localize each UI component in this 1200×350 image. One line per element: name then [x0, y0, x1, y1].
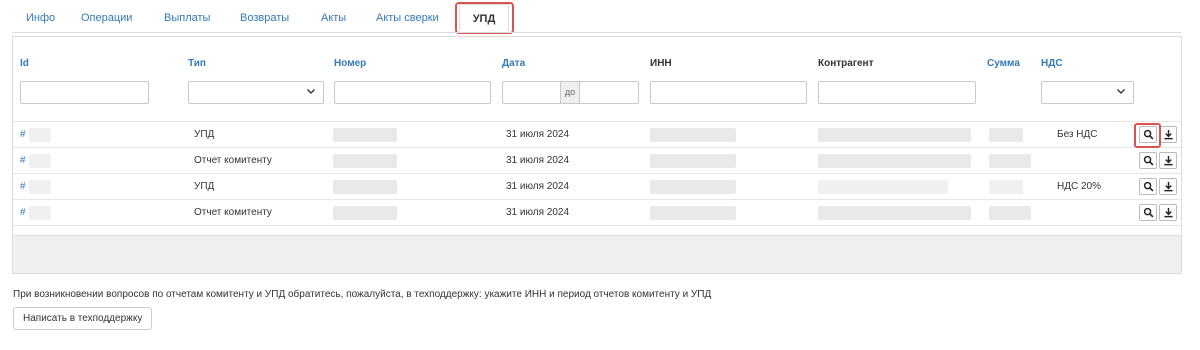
- redacted-number: [333, 206, 397, 220]
- search-icon: [1143, 129, 1153, 140]
- chevron-down-icon: [1117, 89, 1125, 94]
- redacted-counterparty: [818, 128, 971, 142]
- tab-bar: Инфо Операции Выплаты Возвраты Акты Акты…: [12, 3, 509, 34]
- view-button[interactable]: [1139, 152, 1157, 169]
- row-date: 31 июля 2024: [506, 155, 570, 166]
- row-id-link[interactable]: #: [20, 148, 26, 174]
- header-date[interactable]: Дата: [502, 58, 525, 69]
- view-button[interactable]: [1139, 204, 1157, 221]
- row-type: УПД: [194, 181, 215, 192]
- filter-counterparty-input[interactable]: [818, 81, 976, 104]
- download-button[interactable]: [1159, 152, 1177, 169]
- header-sum[interactable]: Сумма: [987, 58, 1020, 69]
- download-icon: [1163, 155, 1173, 166]
- contact-support-button[interactable]: Написать в техподдержку: [13, 307, 153, 330]
- redacted-sum: [989, 206, 1031, 220]
- filter-number-input[interactable]: [334, 81, 491, 104]
- header-vat[interactable]: НДС: [1041, 58, 1063, 69]
- row-type: Отчет комитенту: [194, 207, 272, 218]
- redacted-counterparty: [818, 154, 971, 168]
- filter-date-range[interactable]: до: [502, 81, 639, 104]
- redacted-sum: [989, 154, 1031, 168]
- row-vat: НДС 20%: [1057, 181, 1102, 192]
- view-button[interactable]: [1139, 126, 1157, 143]
- redacted-id: [29, 180, 51, 194]
- redacted-inn: [650, 154, 736, 168]
- header-number[interactable]: Номер: [334, 58, 366, 69]
- table-row: # УПД 31 июля 2024 Без НДС: [13, 122, 1181, 148]
- redacted-number: [333, 154, 397, 168]
- header-counterparty: Контрагент: [818, 58, 874, 69]
- chevron-down-icon: [307, 89, 315, 94]
- header-type[interactable]: Тип: [188, 58, 206, 69]
- row-type: УПД: [194, 129, 215, 140]
- tab-info[interactable]: Инфо: [12, 4, 67, 32]
- download-button[interactable]: [1159, 126, 1177, 143]
- row-id-link[interactable]: #: [20, 174, 26, 200]
- table-footer: [13, 235, 1181, 273]
- row-date: 31 июля 2024: [506, 129, 570, 140]
- header-id[interactable]: Id: [20, 58, 29, 69]
- redacted-counterparty: [818, 206, 971, 220]
- redacted-number: [333, 180, 397, 194]
- tab-operations[interactable]: Операции: [67, 4, 150, 32]
- redacted-inn: [650, 180, 736, 194]
- header-inn: ИНН: [650, 58, 672, 69]
- search-icon: [1143, 155, 1153, 166]
- filter-id-input[interactable]: [20, 81, 149, 104]
- filter-vat-select[interactable]: [1041, 81, 1134, 104]
- row-date: 31 июля 2024: [506, 207, 570, 218]
- redacted-id: [29, 154, 51, 168]
- download-icon: [1163, 207, 1173, 218]
- upd-table-panel: Id Тип Номер Дата ИНН Контрагент Сумма Н…: [12, 36, 1182, 274]
- filter-type-select[interactable]: [188, 81, 324, 104]
- view-button[interactable]: [1139, 178, 1157, 195]
- table-row: # УПД 31 июля 2024 НДС 20%: [13, 174, 1181, 200]
- tab-acts[interactable]: Акты: [307, 4, 362, 32]
- redacted-id: [29, 128, 51, 142]
- date-range-separator: до: [560, 82, 580, 103]
- table-row: # Отчет комитенту 31 июля 2024: [13, 148, 1181, 174]
- download-icon: [1163, 181, 1173, 192]
- row-id-link[interactable]: #: [20, 200, 26, 226]
- row-date: 31 июля 2024: [506, 181, 570, 192]
- tabs-divider: [12, 32, 1182, 33]
- download-button[interactable]: [1159, 204, 1177, 221]
- redacted-id: [29, 206, 51, 220]
- filter-inn-input[interactable]: [650, 81, 807, 104]
- redacted-sum: [989, 128, 1023, 142]
- tab-payouts[interactable]: Выплаты: [150, 4, 226, 32]
- download-icon: [1163, 129, 1173, 140]
- redacted-number: [333, 128, 397, 142]
- support-note: При возникновении вопросов по отчетам ко…: [13, 289, 712, 300]
- redacted-counterparty: [818, 180, 948, 194]
- download-button[interactable]: [1159, 178, 1177, 195]
- row-id-link[interactable]: #: [20, 122, 26, 148]
- table-row: # Отчет комитенту 31 июля 2024: [13, 200, 1181, 226]
- row-type: Отчет комитенту: [194, 155, 272, 166]
- redacted-sum: [989, 180, 1023, 194]
- tab-reconciliation-acts[interactable]: Акты сверки: [362, 4, 455, 32]
- row-vat: Без НДС: [1057, 129, 1098, 140]
- redacted-inn: [650, 206, 736, 220]
- redacted-inn: [650, 128, 736, 142]
- search-icon: [1143, 181, 1153, 192]
- search-icon: [1143, 207, 1153, 218]
- tab-returns[interactable]: Возвраты: [226, 4, 307, 32]
- tab-upd[interactable]: УПД: [459, 4, 509, 32]
